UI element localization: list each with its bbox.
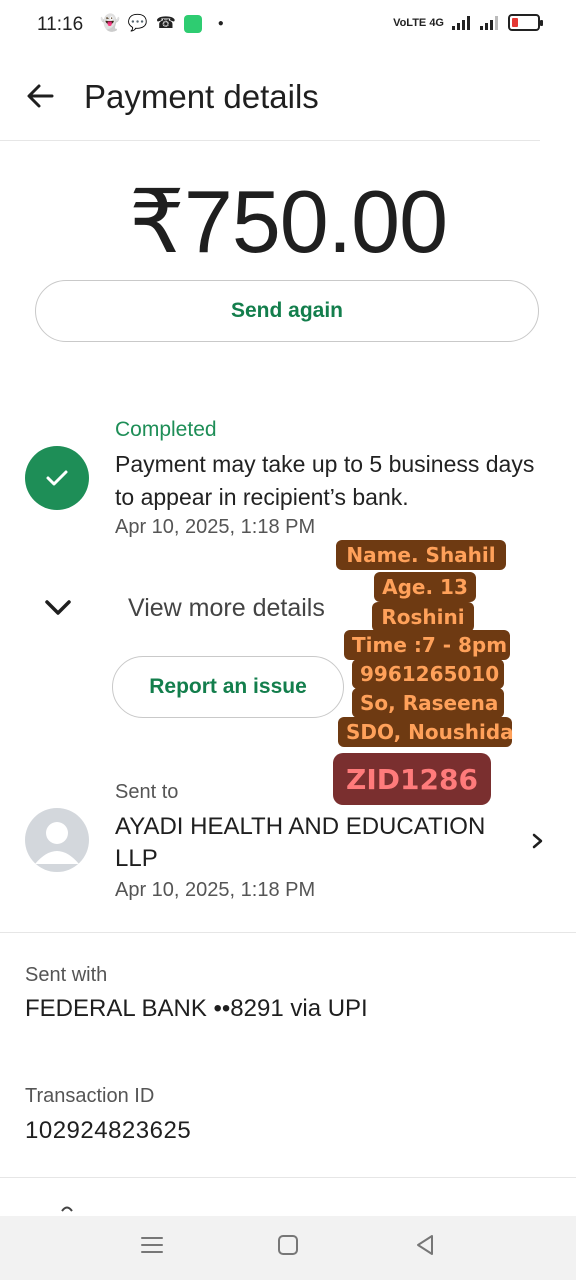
overlay-line: Name. Shahil <box>336 540 506 570</box>
status-timestamp: Apr 10, 2025, 1:18 PM <box>115 516 316 538</box>
signal-icon-2 <box>480 15 498 30</box>
transaction-id-value: 102924823625 <box>25 1117 192 1144</box>
battery-icon <box>508 14 543 31</box>
payment-amount: ₹750.00 <box>128 172 448 271</box>
network-label: VoLTE 4G <box>393 16 444 29</box>
back-arrow-icon[interactable] <box>24 80 56 112</box>
partially-hidden-icon <box>61 1206 73 1212</box>
back-nav-icon[interactable] <box>410 1230 440 1260</box>
page-title: Payment details <box>84 78 319 115</box>
sent-with-label: Sent with <box>25 964 108 986</box>
sent-to-label: Sent to <box>115 781 179 803</box>
overlay-line: Age. 13 <box>374 572 476 602</box>
avatar <box>25 808 89 872</box>
missed-call-icon: ☎ <box>155 15 176 32</box>
send-again-button[interactable]: Send again <box>35 280 539 342</box>
notification-icons: 👻 💬 ☎ ● <box>100 14 224 34</box>
signal-icon <box>452 15 470 30</box>
divider <box>0 932 576 933</box>
menu-icon[interactable] <box>137 1230 167 1260</box>
recipient-name[interactable]: AYADI HEALTH AND EDUCATION LLP <box>115 811 515 875</box>
overlay-line: So, Raseena <box>352 688 504 718</box>
overlay-line: Roshini <box>372 602 474 632</box>
chat-icon: 💬 <box>127 15 148 32</box>
snapchat-icon: 👻 <box>100 15 120 32</box>
sent-with-value: FEDERAL BANK ••8291 via UPI <box>25 995 368 1022</box>
home-icon[interactable] <box>273 1230 303 1260</box>
view-more-details-link[interactable]: View more details <box>128 594 325 623</box>
dot-icon: ● <box>217 18 224 29</box>
chevron-right-icon[interactable] <box>530 830 546 852</box>
recipient-timestamp: Apr 10, 2025, 1:18 PM <box>115 879 316 901</box>
overlay-line: Time :7 - 8pm <box>344 630 510 660</box>
status-label: Completed <box>115 418 217 441</box>
status-message: Payment may take up to 5 business days t… <box>115 451 535 510</box>
system-icons: VoLTE 4G <box>393 14 543 31</box>
status-bar: 11:16 👻 💬 ☎ ● VoLTE 4G <box>0 0 576 52</box>
divider <box>0 1177 576 1178</box>
divider <box>0 140 540 141</box>
overlay-line: SDO, Noushida <box>338 717 514 747</box>
check-icon <box>25 446 89 510</box>
chevron-down-icon[interactable] <box>42 594 74 622</box>
overlay-line: 9961265010 <box>352 659 504 689</box>
report-issue-button[interactable]: Report an issue <box>112 656 344 718</box>
app-icon <box>183 15 202 33</box>
status-time: 11:16 <box>37 14 84 35</box>
overlay-code: ZID1286 <box>333 753 491 805</box>
transaction-id-label: Transaction ID <box>25 1085 155 1107</box>
